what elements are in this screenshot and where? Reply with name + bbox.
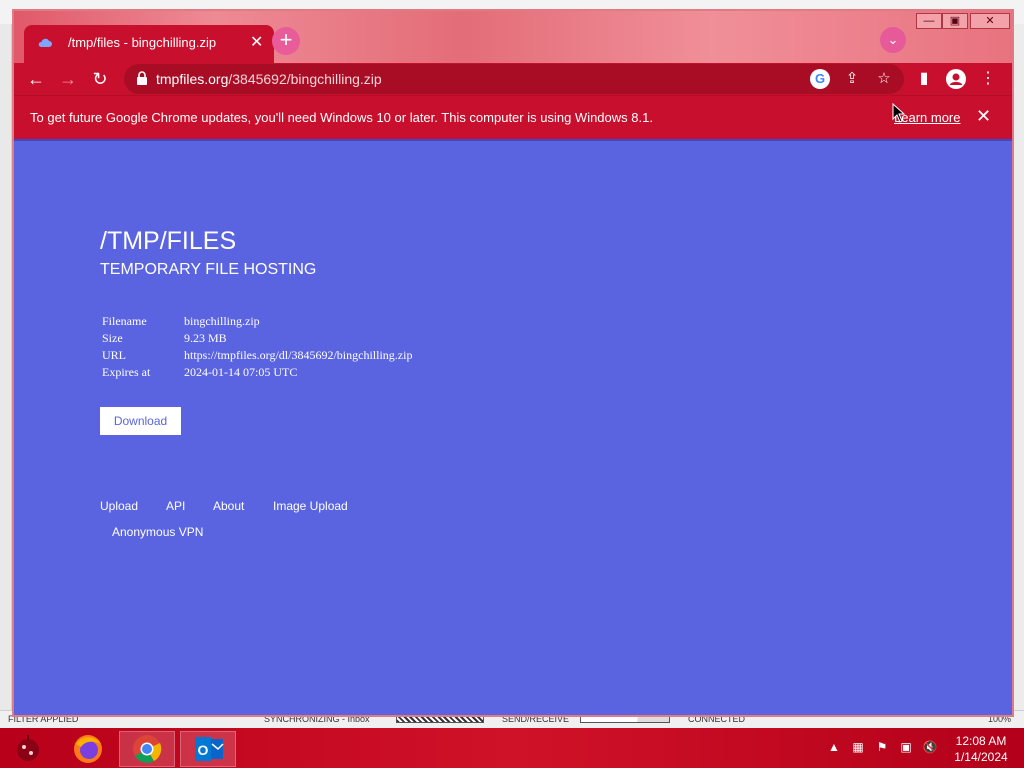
taskbar-clock[interactable]: 12:08 AM 1/14/2024 <box>946 733 1016 765</box>
share-icon[interactable]: ⇪ <box>842 69 862 89</box>
footer-link-api[interactable]: API <box>166 499 185 513</box>
browser-titlebar: /tmp/files - bingchilling.zip ✕ + ⌄ — ▣ … <box>14 11 1012 63</box>
new-tab-button[interactable]: + <box>272 27 300 55</box>
url-host: tmpfiles.org <box>156 71 229 87</box>
arrow-left-icon: ← <box>27 69 45 89</box>
lock-icon <box>137 71 147 85</box>
forward-button[interactable]: → <box>56 67 80 91</box>
download-button[interactable]: Download <box>100 407 181 435</box>
detail-key-filename: Filename <box>102 314 147 328</box>
table-row: Size 9.23 MB <box>100 330 414 347</box>
browser-window: /tmp/files - bingchilling.zip ✕ + ⌄ — ▣ … <box>12 9 1014 717</box>
taskbar-outlook[interactable]: O <box>180 731 236 767</box>
page-title: /TMP/FILES <box>100 227 237 255</box>
file-details-table: Filename bingchilling.zip Size 9.23 MB U… <box>100 313 414 381</box>
footer-link-upload[interactable]: Upload <box>100 499 138 513</box>
chevron-down-icon: ⌄ <box>887 32 899 47</box>
detail-key-size: Size <box>102 331 123 345</box>
volume-muted-icon[interactable]: 🔇 <box>922 740 938 756</box>
url-text: tmpfiles.org/3845692/bingchilling.zip <box>156 71 382 87</box>
outlook-icon: O <box>195 737 224 761</box>
tab-title: /tmp/files - bingchilling.zip <box>68 35 217 50</box>
arrow-right-icon: → <box>59 69 77 89</box>
detail-value-filename: bingchilling.zip <box>184 314 260 328</box>
close-window-button[interactable]: ✕ <box>970 13 1010 29</box>
taskbar-chrome[interactable] <box>119 731 175 767</box>
network-icon[interactable]: ▣ <box>898 740 914 756</box>
page-subtitle: TEMPORARY FILE HOSTING <box>100 261 317 278</box>
infobar-message: To get future Google Chrome updates, you… <box>30 110 653 125</box>
detail-value-expires: 2024-01-14 07:05 UTC <box>184 365 298 379</box>
google-lens-icon[interactable]: G <box>810 69 830 89</box>
maximize-button[interactable]: ▣ <box>942 13 968 29</box>
table-row: Filename bingchilling.zip <box>100 313 414 330</box>
browser-tab[interactable]: /tmp/files - bingchilling.zip ✕ <box>24 25 274 63</box>
background-app-sidebar <box>0 24 12 714</box>
tab-search-button[interactable]: ⌄ <box>880 27 906 53</box>
action-center-flag-icon[interactable]: ⚑ <box>874 740 890 756</box>
page-content: /TMP/FILES TEMPORARY FILE HOSTING Filena… <box>14 139 1012 715</box>
address-bar[interactable]: tmpfiles.org/3845692/bingchilling.zip G … <box>124 64 904 94</box>
detail-value-url: https://tmpfiles.org/dl/3845692/bingchil… <box>184 348 413 362</box>
svg-text:O: O <box>198 742 209 758</box>
footer-link-image-upload[interactable]: Image Upload <box>273 499 348 513</box>
cloud-icon <box>38 38 52 47</box>
tab-close-button[interactable]: ✕ <box>250 32 263 52</box>
start-button[interactable] <box>4 731 60 767</box>
url-path: /3845692/bingchilling.zip <box>228 71 382 87</box>
side-panel-icon[interactable]: ▮ <box>912 67 936 91</box>
background-app-scrollbar <box>1014 24 1024 714</box>
show-hidden-icons-button[interactable]: ▲ <box>826 740 842 756</box>
detail-value-size: 9.23 MB <box>184 331 227 345</box>
start-ornament-icon <box>17 735 39 761</box>
taskbar-firefox[interactable] <box>60 731 116 767</box>
footer-link-anonymous-vpn[interactable]: Anonymous VPN <box>112 525 203 539</box>
windows-taskbar: O ▲ ▦ ⚑ ▣ 🔇 12:08 AM 1/14/2024 <box>0 728 1024 768</box>
menu-kebab-icon[interactable]: ⋮ <box>976 67 1000 91</box>
firefox-icon <box>74 735 102 763</box>
detail-key-url: URL <box>102 348 126 362</box>
table-row: URL https://tmpfiles.org/dl/3845692/bing… <box>100 347 414 364</box>
clock-time: 12:08 AM <box>955 734 1007 748</box>
minimize-button[interactable]: — <box>916 13 942 29</box>
table-row: Expires at 2024-01-14 07:05 UTC <box>100 364 414 381</box>
reload-icon: ↻ <box>92 69 108 89</box>
bookmark-star-icon[interactable]: ☆ <box>874 69 894 89</box>
profile-avatar-icon[interactable] <box>944 67 968 91</box>
network-share-icon[interactable]: ▦ <box>850 740 866 756</box>
reload-button[interactable]: ↻ <box>88 67 112 91</box>
back-button[interactable]: ← <box>24 67 48 91</box>
infobar-close-button[interactable]: ✕ <box>976 106 991 127</box>
detail-key-expires: Expires at <box>102 365 151 379</box>
browser-toolbar: ← → ↻ tmpfiles.org/3845692/bingchilling.… <box>14 63 1012 95</box>
clock-date: 1/14/2024 <box>954 750 1008 764</box>
mouse-cursor-icon <box>892 103 906 123</box>
footer-link-about[interactable]: About <box>213 499 244 513</box>
update-infobar: To get future Google Chrome updates, you… <box>14 95 1012 139</box>
chrome-icon <box>133 735 162 763</box>
